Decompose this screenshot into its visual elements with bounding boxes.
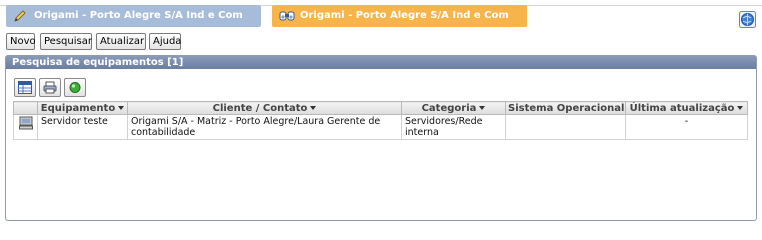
table-view-icon[interactable] [14, 78, 36, 97]
novo-button[interactable]: Novo [6, 33, 36, 50]
col-header-equipamento[interactable]: Equipamento [37, 101, 128, 115]
green-circle-icon[interactable] [64, 78, 86, 97]
panel-title: Pesquisa de equipamentos [1] [6, 56, 756, 69]
pesquisar-button[interactable]: Pesquisar [40, 33, 92, 50]
col-header-atualizacao[interactable]: Última atualização [625, 101, 748, 115]
sort-down-icon [118, 105, 125, 110]
equipment-table: Equipamento Cliente / Contato Categoria … [13, 101, 748, 140]
cell-cliente: Origami S/A - Matriz - Porto Alegre/Laur… [127, 114, 402, 140]
globe-help-icon[interactable] [739, 11, 756, 28]
search-panel: Pesquisa de equipamentos [1] Equipamento… [5, 55, 757, 221]
pencil-icon [13, 9, 27, 23]
row-icon-cell [13, 114, 38, 140]
cell-equipamento[interactable]: Servidor teste [37, 114, 128, 140]
sort-down-icon [310, 105, 317, 110]
col-header-categoria[interactable]: Categoria [401, 101, 506, 115]
binoculars-icon [279, 9, 295, 23]
sort-down-icon [479, 105, 486, 110]
col-header-sistema[interactable]: Sistema Operacional [505, 101, 626, 115]
top-tab-bar: Origami - Porto Alegre S/A Ind e Com Ltd… [0, 0, 762, 43]
table-row[interactable]: Servidor teste Origami S/A - Matriz - Po… [13, 114, 748, 140]
computer-icon [18, 116, 33, 133]
table-header-row: Equipamento Cliente / Contato Categoria … [13, 101, 748, 115]
tab-search-company[interactable]: Origami - Porto Alegre S/A Ind e Com Ltd… [272, 5, 527, 43]
ajuda-button[interactable]: Ajuda [149, 33, 181, 50]
atualizar-button[interactable]: Atualizar [96, 33, 146, 50]
tab-edit-company[interactable]: Origami - Porto Alegre S/A Ind e Com Ltd… [6, 5, 261, 43]
tab-label: Origami - Porto Alegre S/A Ind e Com Ltd… [300, 10, 509, 43]
col-header-icon [13, 101, 38, 115]
sort-down-icon [737, 105, 744, 110]
cell-sistema [505, 114, 626, 140]
cell-categoria: Servidores/Rede interna [401, 114, 506, 140]
col-header-cliente[interactable]: Cliente / Contato [127, 101, 402, 115]
printer-icon[interactable] [39, 78, 61, 97]
cell-atualizacao: - [625, 114, 748, 140]
